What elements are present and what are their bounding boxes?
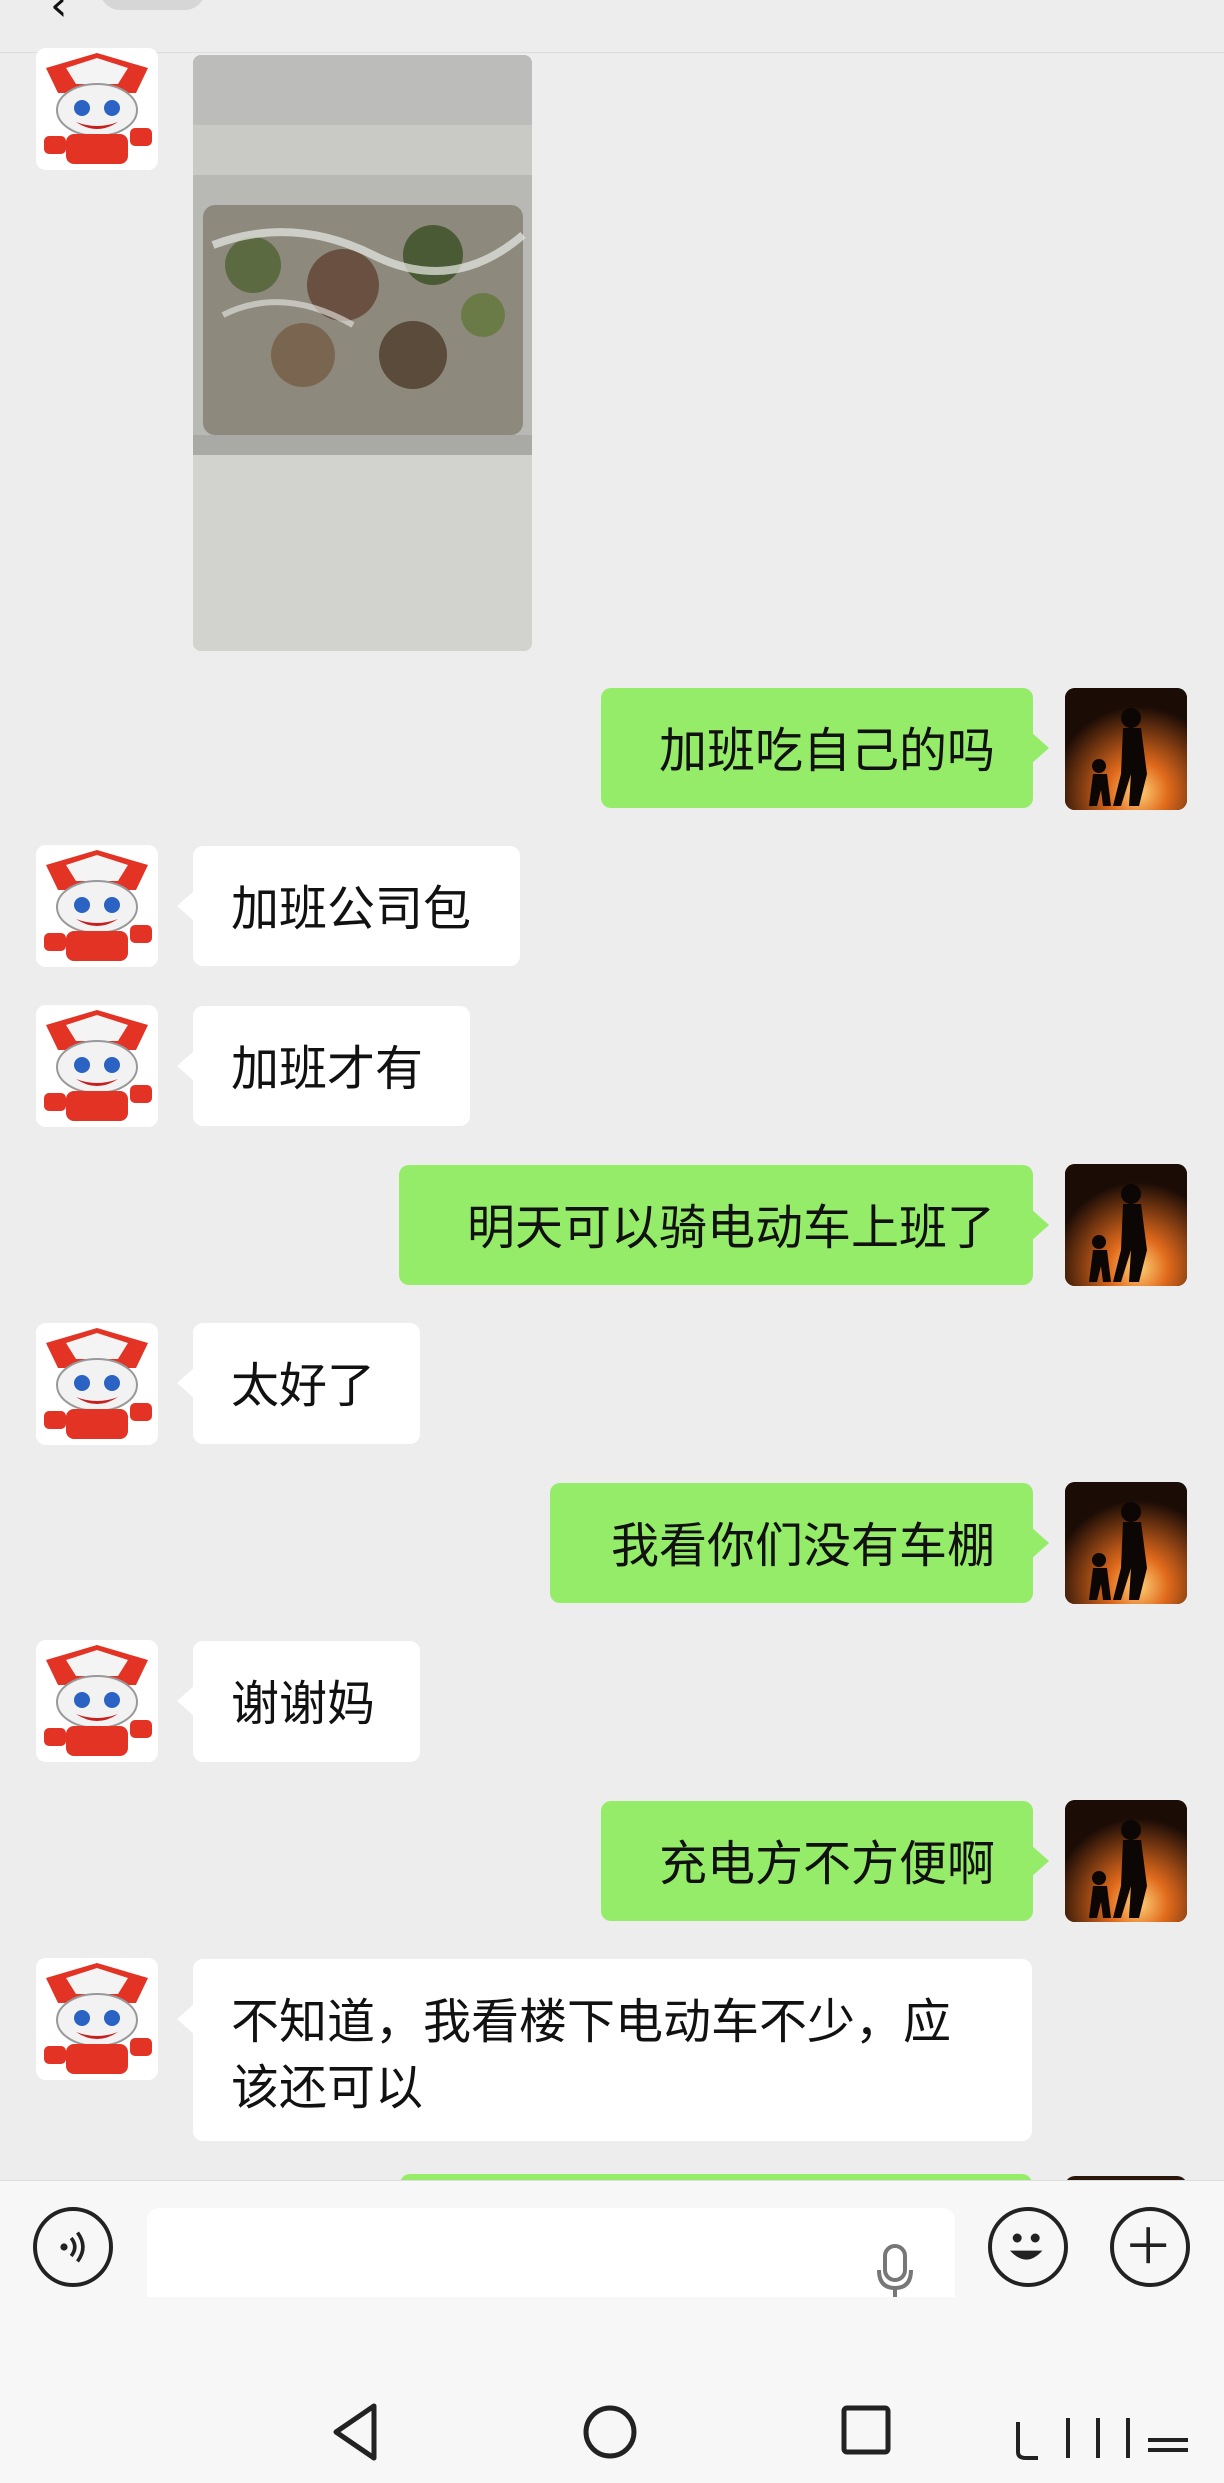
- robot-avatar-icon[interactable]: [36, 1005, 158, 1127]
- message-bubble-outgoing[interactable]: 充电方不方便啊: [601, 1801, 1049, 1921]
- message-text: 太好了: [231, 1358, 376, 1414]
- message-text: 充电方不方便啊: [658, 1836, 995, 1892]
- message-text: 我看你们没有车棚: [610, 1518, 995, 1574]
- input-bar: [0, 2180, 1224, 2328]
- nav-recent-icon[interactable]: [826, 2392, 906, 2472]
- message-text: 谢谢妈: [231, 1676, 376, 1732]
- message-text: 明天可以骑电动车上班了: [466, 1200, 995, 1256]
- keyboard-switch-icon[interactable]: [1008, 2412, 1198, 2462]
- robot-avatar-icon[interactable]: [36, 1958, 158, 2080]
- message-text: 加班公司包: [231, 881, 472, 937]
- nav-back-icon[interactable]: [318, 2392, 398, 2472]
- message-bubble-incoming[interactable]: 谢谢妈: [177, 1641, 420, 1762]
- emoji-icon[interactable]: [988, 2207, 1068, 2287]
- message-bubble-incoming[interactable]: 太好了: [177, 1323, 420, 1444]
- voice-icon[interactable]: [33, 2207, 113, 2287]
- sunset-avatar-icon[interactable]: [1065, 1482, 1187, 1604]
- food-photo[interactable]: [193, 55, 532, 651]
- nav-home-icon[interactable]: [570, 2392, 650, 2472]
- sunset-avatar-icon[interactable]: [1065, 1164, 1187, 1286]
- robot-avatar-icon[interactable]: [36, 1640, 158, 1762]
- unread-pill[interactable]: [100, 0, 205, 10]
- message-text: 不知道，我看楼下电动车不少，应该还可以: [231, 1994, 952, 2116]
- robot-avatar-icon[interactable]: [36, 845, 158, 967]
- message-bubble-incoming[interactable]: 加班公司包: [177, 846, 520, 966]
- top-bar: ‹: [0, 0, 1224, 53]
- message-text: 加班吃自己的吗: [658, 723, 995, 779]
- message-bubble-incoming[interactable]: 加班才有: [177, 1006, 470, 1126]
- back-button[interactable]: ‹: [50, 0, 68, 31]
- sunset-avatar-icon[interactable]: [1065, 1800, 1187, 1922]
- sunset-avatar-icon[interactable]: [1065, 688, 1187, 810]
- robot-avatar-icon[interactable]: [36, 1323, 158, 1445]
- message-bubble-outgoing[interactable]: 加班吃自己的吗: [601, 688, 1049, 808]
- message-text: 加班才有: [231, 1041, 424, 1097]
- message-bubble-outgoing[interactable]: 我看你们没有车棚: [550, 1483, 1049, 1603]
- system-nav-bar: [0, 2297, 1224, 2483]
- robot-avatar-icon[interactable]: [36, 48, 158, 170]
- plus-icon[interactable]: [1110, 2207, 1190, 2287]
- message-bubble-outgoing[interactable]: 明天可以骑电动车上班了: [399, 1165, 1049, 1285]
- chat-area: ‹ 加班吃自己的吗 加班公司包 加班才有 明天可以骑电动车上班了 太好了 我看你…: [0, 0, 1224, 2180]
- mic-icon[interactable]: [875, 2242, 915, 2302]
- message-bubble-incoming[interactable]: 不知道，我看楼下电动车不少，应该还可以: [177, 1959, 1032, 2141]
